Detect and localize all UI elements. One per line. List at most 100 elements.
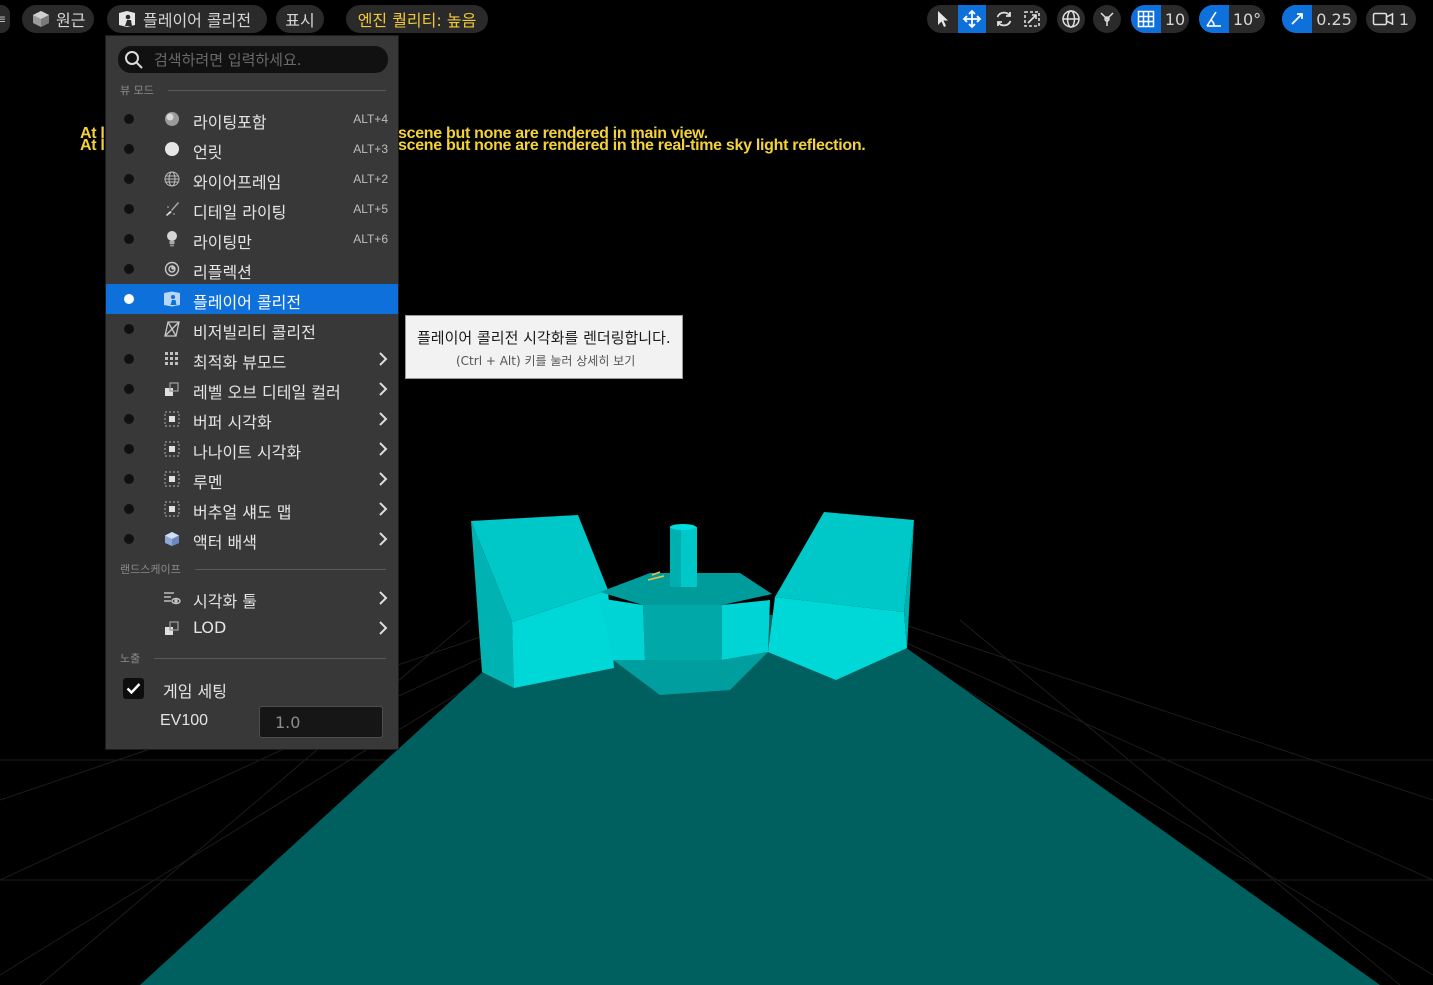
show-button[interactable]: 표시: [276, 5, 324, 33]
rotate-tool-button[interactable]: [990, 5, 1018, 33]
world-coordinate-button[interactable]: [1057, 5, 1085, 33]
camera-speed-button[interactable]: [1370, 5, 1396, 33]
visualization-tool-icon: [163, 589, 181, 607]
menu-item-shortcut: ALT+6: [353, 232, 388, 246]
radio-dot: [124, 324, 134, 334]
brush-icon: [163, 200, 181, 218]
select-tool-button[interactable]: [930, 5, 956, 33]
globe-icon: [1062, 10, 1080, 28]
radio-dot: [124, 234, 134, 244]
chevron-right-icon: [378, 441, 388, 460]
chevron-right-icon: [378, 351, 388, 370]
view-mode-menu: 뷰 모드 라이팅포함 ALT+4 언릿 ALT+3 와이어프레임 ALT+2 디…: [105, 35, 399, 750]
lit-sphere-icon: [163, 110, 181, 128]
menu-item-lumen[interactable]: 루멘: [106, 464, 398, 494]
section-view-mode-label: 뷰 모드: [120, 84, 154, 97]
radio-dot: [124, 114, 134, 124]
radio-dot: [124, 174, 134, 184]
rotation-snap-toggle[interactable]: [1199, 5, 1229, 33]
view-mode-label: 플레이어 콜리전: [143, 11, 252, 30]
menu-item-label: 언릿: [193, 143, 223, 162]
ev100-row: EV100: [106, 706, 398, 740]
menu-item-label: 비저빌리티 콜리전: [193, 323, 316, 342]
menu-item-label: 레벨 오브 디테일 컬러: [193, 383, 341, 402]
menu-item-nanite-visualization[interactable]: 나나이트 시각화: [106, 434, 398, 464]
section-landscape-label: 랜드스케이프: [120, 563, 181, 576]
menu-search-box[interactable]: [118, 46, 388, 73]
surface-snap-button[interactable]: [1093, 5, 1121, 33]
menu-item-virtual-shadow-map[interactable]: 버추얼 섀도 맵: [106, 494, 398, 524]
menu-item-label: 라이팅만: [193, 233, 252, 252]
menu-item-wireframe[interactable]: 와이어프레임 ALT+2: [106, 164, 398, 194]
menu-item-reflections[interactable]: 리플렉션: [106, 254, 398, 284]
chevron-right-icon: [378, 590, 388, 609]
perspective-button[interactable]: 원근: [22, 5, 94, 33]
hamburger-icon: ≡: [0, 12, 7, 26]
grid-icon: [1137, 10, 1155, 28]
engine-quality-label: 엔진 퀄리티: 높음: [357, 11, 477, 30]
view-mode-tooltip: 플레이어 콜리전 시각화를 렌더링합니다. (Ctrl + Alt) 키를 눌러…: [405, 315, 683, 379]
player-collision-icon: [117, 9, 137, 29]
section-landscape: 랜드스케이프: [120, 560, 386, 578]
rotation-snap-value[interactable]: 10°: [1232, 5, 1262, 33]
scale-icon: [1024, 11, 1040, 27]
framed-square-icon: [163, 470, 181, 488]
tooltip-hint: (Ctrl + Alt) 키를 눌러 상세히 보기: [456, 354, 636, 368]
chevron-right-icon: [378, 501, 388, 520]
game-settings-checkbox[interactable]: [123, 678, 144, 699]
menu-item-actor-coloration[interactable]: 액터 배색: [106, 524, 398, 554]
menu-item-label: 플레이어 콜리전: [193, 293, 302, 312]
surface-snap-icon: [1100, 12, 1114, 26]
dotted-grid-icon: [163, 350, 181, 368]
menu-item-unlit[interactable]: 언릿 ALT+3: [106, 134, 398, 164]
menu-item-buffer-visualization[interactable]: 버퍼 시각화: [106, 404, 398, 434]
grid-snap-value[interactable]: 10: [1163, 5, 1187, 33]
move-tool-button[interactable]: [958, 5, 986, 33]
scale-snap-toggle[interactable]: [1282, 5, 1312, 33]
scale-tool-button[interactable]: [1018, 5, 1046, 33]
menu-item-lighting-only[interactable]: 라이팅만 ALT+6: [106, 224, 398, 254]
menu-item-landscape-lod[interactable]: LOD: [106, 613, 398, 643]
menu-search-input[interactable]: [152, 49, 376, 70]
menu-item-shortcut: ALT+4: [353, 112, 388, 126]
menu-item-visualization-tools[interactable]: 시각화 툴: [106, 583, 398, 613]
player-collision-icon: [163, 290, 181, 308]
scale-snap-value[interactable]: 0.25: [1314, 5, 1354, 33]
menu-item-label: 버추얼 섀도 맵: [193, 503, 292, 522]
unlit-sphere-icon: [163, 140, 181, 158]
menu-item-lit[interactable]: 라이팅포함 ALT+4: [106, 104, 398, 134]
viewport-warning-line-2: scene but none are rendered in the real-…: [398, 137, 866, 154]
radio-dot: [124, 444, 134, 454]
menu-item-visibility-collision[interactable]: 비저빌리티 콜리전: [106, 314, 398, 344]
section-exposure-label: 노출: [120, 652, 141, 665]
left-chair-mesh: [471, 515, 614, 688]
menu-item-player-collision[interactable]: 플레이어 콜리전: [106, 284, 398, 314]
camera-speed-value[interactable]: 1: [1396, 5, 1412, 33]
game-settings-label: 게임 세팅: [163, 682, 227, 701]
lod-squares-icon: [163, 380, 181, 398]
wireframe-sphere-icon: [163, 170, 181, 188]
chevron-right-icon: [378, 531, 388, 550]
radio-dot: [124, 354, 134, 364]
pillar-mesh: [670, 524, 697, 587]
viewport-options-button[interactable]: ≡: [0, 5, 10, 33]
rotate-icon: [996, 11, 1012, 27]
grid-snap-toggle[interactable]: [1131, 5, 1161, 33]
move-arrows-icon: [962, 9, 982, 29]
menu-item-shortcut: ALT+5: [353, 202, 388, 216]
perspective-label: 원근: [56, 11, 86, 30]
checkmark-icon: [126, 683, 141, 695]
view-mode-button[interactable]: 플레이어 콜리전: [107, 5, 267, 33]
engine-quality-button[interactable]: 엔진 퀄리티: 높음: [346, 5, 488, 33]
menu-item-label: LOD: [193, 618, 227, 637]
menu-item-label: 라이팅포함: [193, 113, 267, 132]
game-settings-row[interactable]: 게임 세팅: [106, 673, 398, 703]
menu-item-optimization-viewmodes[interactable]: 최적화 뷰모드: [106, 344, 398, 374]
radio-dot: [124, 384, 134, 394]
menu-item-lod-coloration[interactable]: 레벨 오브 디테일 컬러: [106, 374, 398, 404]
ev100-input[interactable]: [259, 706, 383, 738]
menu-item-label: 나나이트 시각화: [193, 443, 302, 462]
chevron-right-icon: [378, 381, 388, 400]
framed-square-icon: [163, 410, 181, 428]
menu-item-detail-lighting[interactable]: 디테일 라이팅 ALT+5: [106, 194, 398, 224]
